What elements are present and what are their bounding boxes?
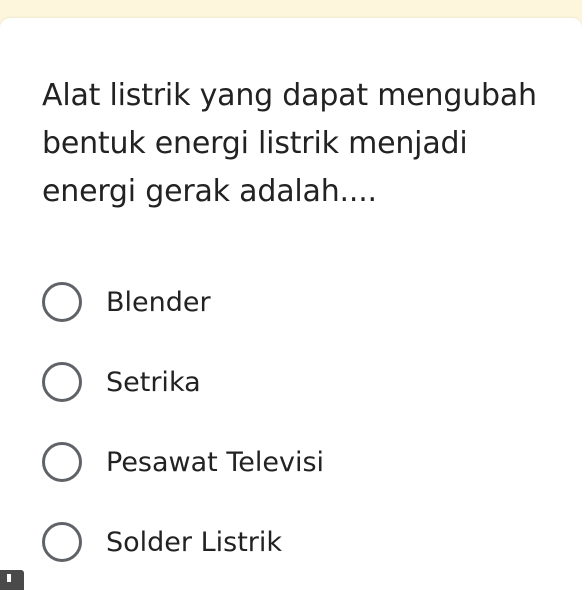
answer-options: Blender Setrika Pesawat Televisi Solder …: [42, 262, 562, 582]
option-setrika[interactable]: Setrika: [42, 342, 562, 422]
radio-button-icon[interactable]: [42, 362, 82, 402]
radio-button-icon[interactable]: [42, 282, 82, 322]
option-pesawat-televisi[interactable]: Pesawat Televisi: [42, 422, 562, 502]
question-card: Alat listrik yang dapat mengubah bentuk …: [0, 18, 582, 590]
radio-button-icon[interactable]: [42, 442, 82, 482]
option-label: Setrika: [106, 366, 201, 398]
option-label: Blender: [106, 286, 211, 318]
question-text: Alat listrik yang dapat mengubah bentuk …: [42, 78, 537, 209]
option-blender[interactable]: Blender: [42, 262, 562, 342]
option-label: Solder Listrik: [106, 526, 283, 558]
option-solder-listrik[interactable]: Solder Listrik: [42, 502, 562, 582]
top-banner-strip: [0, 0, 582, 20]
feedback-icon[interactable]: [0, 570, 24, 590]
option-label: Pesawat Televisi: [106, 446, 325, 478]
radio-button-icon[interactable]: [42, 522, 82, 562]
